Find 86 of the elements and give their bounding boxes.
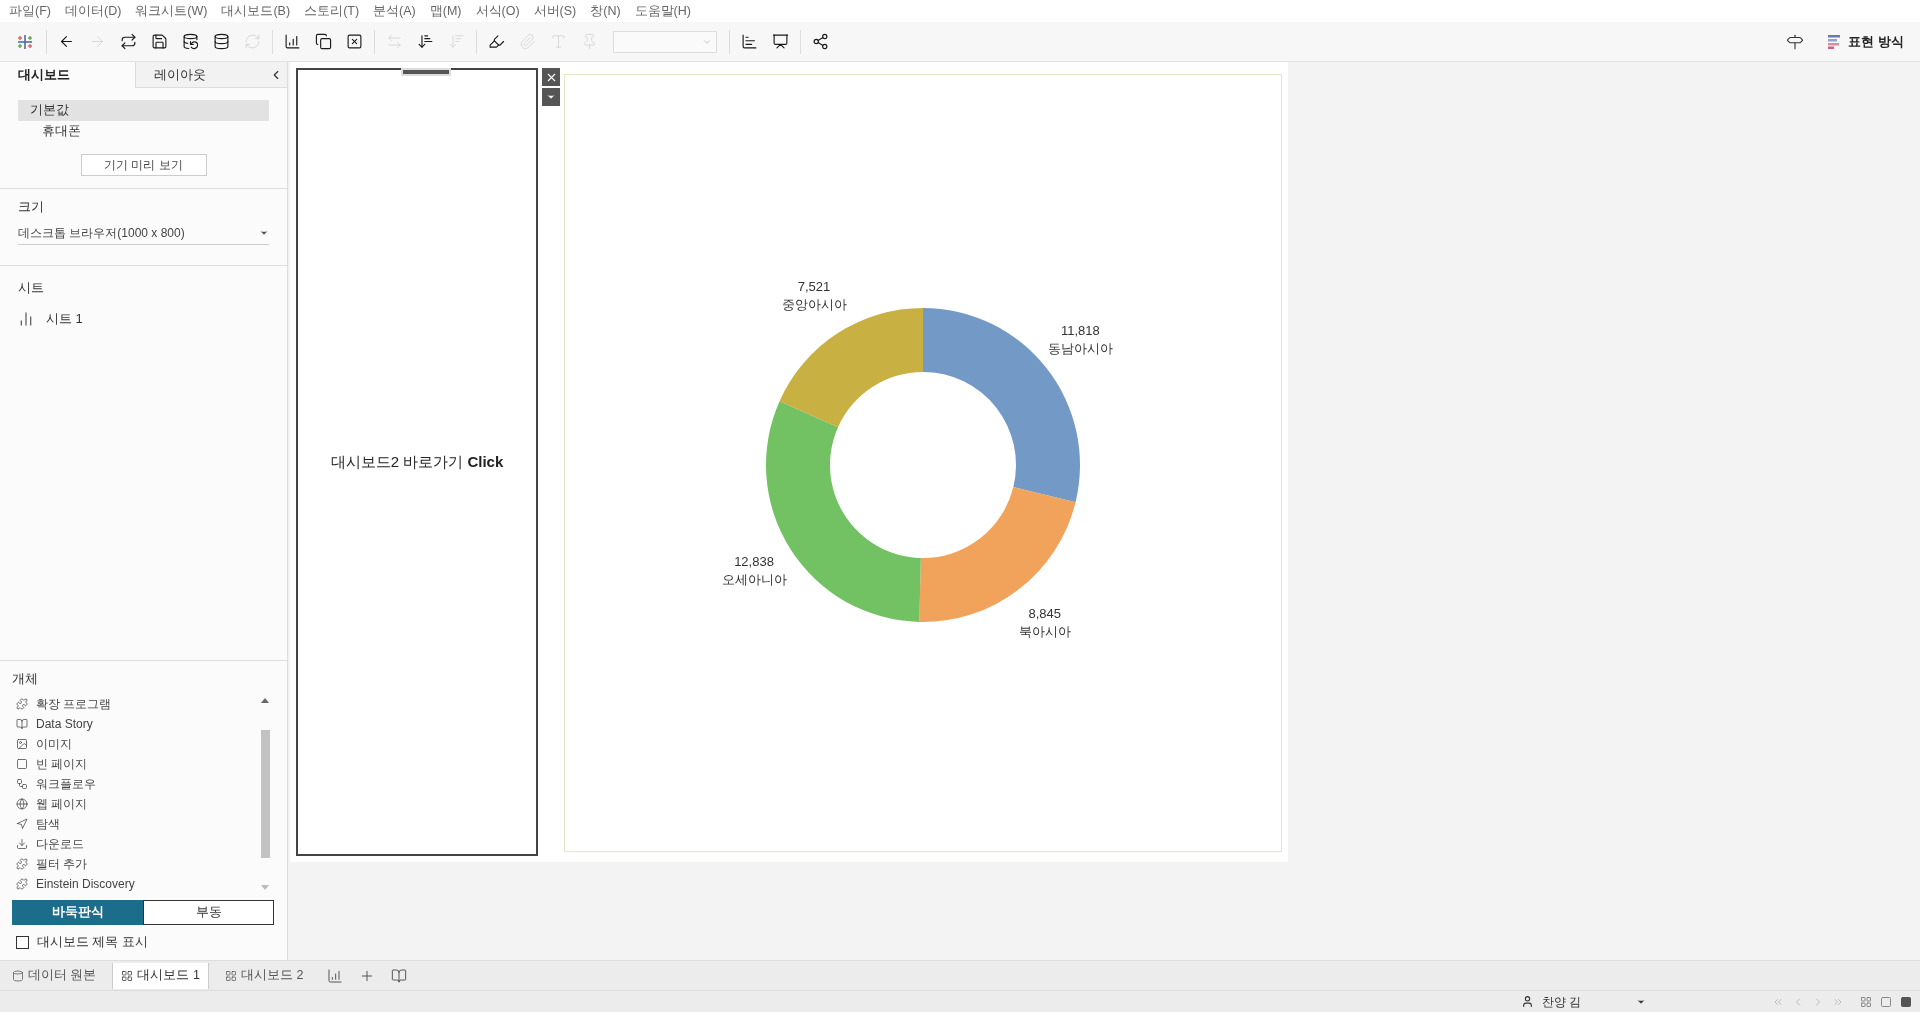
book-icon <box>16 718 28 731</box>
menu-item[interactable]: 맵(M) <box>424 1 467 21</box>
sort-ascending-icon[interactable] <box>417 33 434 50</box>
menu-item[interactable]: 파일(F) <box>4 1 56 21</box>
menu-item[interactable]: 스토리(T) <box>299 1 365 21</box>
copy-icon[interactable] <box>315 33 332 50</box>
puzzle-icon <box>16 858 28 871</box>
menu-item[interactable]: 서버(S) <box>528 1 582 21</box>
sheet-tab[interactable]: 대시보드 2 <box>216 962 312 989</box>
square-icon <box>16 758 28 771</box>
checkbox[interactable] <box>16 936 29 950</box>
device-item[interactable]: 기본값 <box>18 100 269 121</box>
menu-item[interactable]: 분석(A) <box>368 1 421 21</box>
object-item[interactable]: 워크플로우 <box>12 774 259 795</box>
user-icon <box>1521 995 1534 1008</box>
database-icon[interactable] <box>213 33 230 50</box>
object-item[interactable]: Einstein Discovery <box>12 874 259 895</box>
slice-label: 동남아시아 <box>1047 341 1113 357</box>
bar-chart-icon <box>18 310 34 327</box>
scroll-up-icon[interactable] <box>261 698 269 704</box>
caret-icon <box>546 92 556 102</box>
puzzle-icon <box>16 878 28 891</box>
close-button[interactable] <box>542 68 560 86</box>
grid-view-icon[interactable] <box>1860 995 1872 1008</box>
layout-mode-button[interactable]: 바둑판식 <box>12 900 143 926</box>
slice-label: 중앙아시아 <box>781 297 847 313</box>
sheet-tab[interactable]: 대시보드 1 <box>112 962 209 989</box>
puzzle-icon <box>16 698 28 711</box>
object-item[interactable]: Data Story <box>12 714 259 735</box>
preview-button[interactable]: 기기 미리 보기 <box>80 154 207 176</box>
object-item[interactable]: 확장 프로그램 <box>12 694 259 715</box>
presentation-icon[interactable] <box>772 33 789 50</box>
loop-arrow-icon[interactable] <box>120 33 137 50</box>
save-icon[interactable] <box>151 33 168 50</box>
bar-chart-icon[interactable] <box>741 33 758 50</box>
menu-item[interactable]: 데이터(D) <box>59 1 127 21</box>
menu-item[interactable]: 대시보드(B) <box>216 1 296 21</box>
workflow-icon <box>16 778 28 791</box>
logo-icon[interactable] <box>16 32 34 51</box>
menu-item[interactable]: 워크시트(W) <box>130 1 213 21</box>
globe-icon <box>16 798 28 811</box>
section-title: 크기 <box>18 198 45 216</box>
user-menu[interactable]: 찬양 김 <box>1521 992 1646 1011</box>
object-item[interactable]: 탐색 <box>12 814 259 835</box>
drag-handle[interactable] <box>401 68 451 76</box>
database-icon[interactable] <box>182 33 199 50</box>
slice-value: 8,845 <box>1028 605 1061 621</box>
navigation-icon <box>16 818 28 831</box>
single-view-icon[interactable] <box>1900 995 1912 1008</box>
signpost-icon[interactable] <box>1786 32 1805 51</box>
grid-icon <box>224 969 237 982</box>
dashboard-text: 대시보드2 바로가기 Click <box>330 451 504 472</box>
menu-item[interactable]: 도움말(H) <box>629 1 696 21</box>
object-item[interactable]: 필터 추가 <box>12 854 259 875</box>
slice-value: 11,818 <box>1060 323 1100 339</box>
size-dropdown[interactable]: 데스크톱 브라우저(1000 x 800) <box>18 222 269 245</box>
highlighter-icon[interactable] <box>488 33 505 50</box>
object-item[interactable]: 다운로드 <box>12 834 259 855</box>
menu-item[interactable]: 서식(O) <box>470 1 525 21</box>
panel-tab[interactable]: 레이아웃 <box>134 62 269 88</box>
undo-icon[interactable] <box>58 33 75 50</box>
layout-mode-button[interactable]: 부동 <box>143 900 274 926</box>
slice-label: 오세아니아 <box>721 571 787 587</box>
sheet-item[interactable]: 시트 1 <box>18 309 269 329</box>
object-item[interactable]: 웹 페이지 <box>12 794 259 815</box>
slice-value: 12,838 <box>734 553 774 569</box>
text-object[interactable]: 대시보드2 바로가기 Click <box>296 68 538 856</box>
show-me-button[interactable]: 표현 방식 <box>1828 31 1904 52</box>
object-item[interactable]: 빈 페이지 <box>12 754 259 775</box>
section-title: 개체 <box>12 669 39 688</box>
download-icon <box>16 838 28 851</box>
menu-item[interactable]: 창(N) <box>585 1 626 21</box>
grid-icon <box>121 969 134 982</box>
checkbox-label: 대시보드 제목 표시 <box>37 934 148 952</box>
caret-icon <box>259 228 269 238</box>
image-icon <box>16 738 28 751</box>
list-view-icon[interactable] <box>1880 995 1892 1008</box>
device-item[interactable]: 휴대폰 <box>18 121 269 142</box>
sheet-tab[interactable]: 데이터 원본 <box>4 962 105 989</box>
slice-value: 7,521 <box>797 279 831 295</box>
book-icon <box>391 967 408 984</box>
share-icon[interactable] <box>812 33 829 50</box>
slice-label: 북아시아 <box>1018 623 1071 639</box>
database-icon <box>12 969 24 982</box>
object-item[interactable]: 이미지 <box>12 734 259 755</box>
section-title: 시트 <box>18 278 45 297</box>
